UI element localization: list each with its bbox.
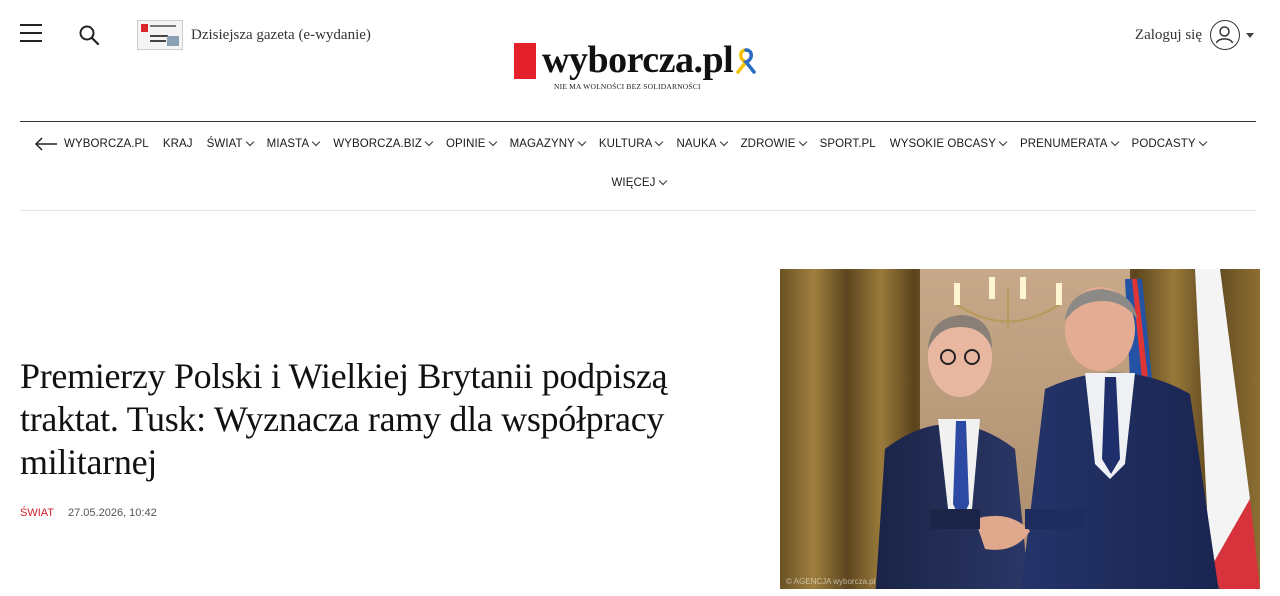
user-icon [1210, 20, 1240, 50]
todays-paper-link[interactable]: Dzisiejsza gazeta (e-wydanie) [137, 20, 371, 50]
logo-red-mark [514, 43, 536, 79]
article-photo[interactable]: © AGENCJA wyborcza.pl [780, 269, 1260, 589]
login-label: Zaloguj się [1134, 26, 1202, 43]
nav-item-prenumerata[interactable]: PRENUMERATA [1020, 137, 1119, 150]
article-meta: ŚWIAT 27.05.2026, 10:42 [20, 507, 157, 519]
nav-item-kraj[interactable]: KRAJ [163, 138, 193, 150]
nav-item-miasta[interactable]: MIASTA [267, 137, 321, 150]
main-navigation: WYBORCZA.PL KRAJ ŚWIAT MIASTA WYBORCZA.B… [34, 133, 1220, 155]
caret-down-icon [1246, 32, 1254, 38]
chevron-down-icon [577, 137, 587, 147]
nav-bottom-divider [20, 210, 1256, 211]
nav-item-kultura[interactable]: KULTURA [599, 137, 664, 150]
newspaper-thumbnail [137, 20, 183, 50]
nav-more-row: WIĘCEJ [0, 176, 1280, 189]
nav-item-wysokie-obcasy[interactable]: WYSOKIE OBCASY [890, 137, 1008, 150]
search-icon[interactable] [78, 24, 102, 48]
chevron-down-icon [1110, 137, 1119, 147]
nav-item-sport[interactable]: SPORT.PL [820, 138, 876, 150]
login-button[interactable]: Zaloguj się [1135, 20, 1254, 50]
chevron-down-icon [655, 137, 664, 147]
nav-item-swiat[interactable]: ŚWIAT [207, 137, 254, 150]
nav-top-divider [20, 121, 1256, 122]
article-headline[interactable]: Premierzy Polski i Wielkiej Brytanii pod… [20, 355, 750, 484]
todays-paper-label: Dzisiejsza gazeta (e-wydanie) [191, 26, 371, 43]
nav-item-nauka[interactable]: NAUKA [676, 137, 728, 150]
photo-credit: © AGENCJA wyborcza.pl [786, 577, 876, 586]
chevron-down-icon [658, 176, 667, 186]
logo-text: wyborcza.pl [542, 39, 734, 81]
nav-item-more[interactable]: WIĘCEJ [611, 176, 667, 189]
nav-item-podcasty[interactable]: PODCASTY [1132, 137, 1207, 150]
chevron-down-icon [719, 137, 728, 147]
nav-item-magazyny[interactable]: MAGAZYNY [510, 137, 587, 150]
nav-item-wyborcza[interactable]: WYBORCZA.PL [64, 138, 149, 150]
article-date: 27.05.2026, 10:42 [68, 507, 157, 519]
arrow-left-icon[interactable] [34, 137, 58, 151]
nav-item-zdrowie[interactable]: ZDROWIE [741, 137, 807, 150]
site-header: Dzisiejsza gazeta (e-wydanie) wyborcza.p… [0, 0, 1280, 120]
chevron-down-icon [245, 137, 254, 147]
nav-item-wyborcza-biz[interactable]: WYBORCZA.BIZ [333, 137, 434, 150]
chevron-down-icon [424, 137, 434, 147]
chevron-down-icon [311, 137, 321, 147]
chevron-down-icon [998, 137, 1008, 147]
logo-tagline: NIE MA WOLNOŚCI BEZ SOLIDARNOŚCI [554, 82, 701, 91]
chevron-down-icon [798, 137, 807, 147]
chevron-down-icon [488, 137, 497, 147]
nav-item-opinie[interactable]: OPINIE [446, 137, 497, 150]
hamburger-menu-icon[interactable] [20, 24, 44, 46]
site-logo[interactable]: wyborcza.pl [514, 38, 757, 82]
chevron-down-icon [1198, 137, 1207, 147]
ukraine-ribbon-icon [736, 48, 756, 74]
article-section-link[interactable]: ŚWIAT [20, 507, 54, 519]
